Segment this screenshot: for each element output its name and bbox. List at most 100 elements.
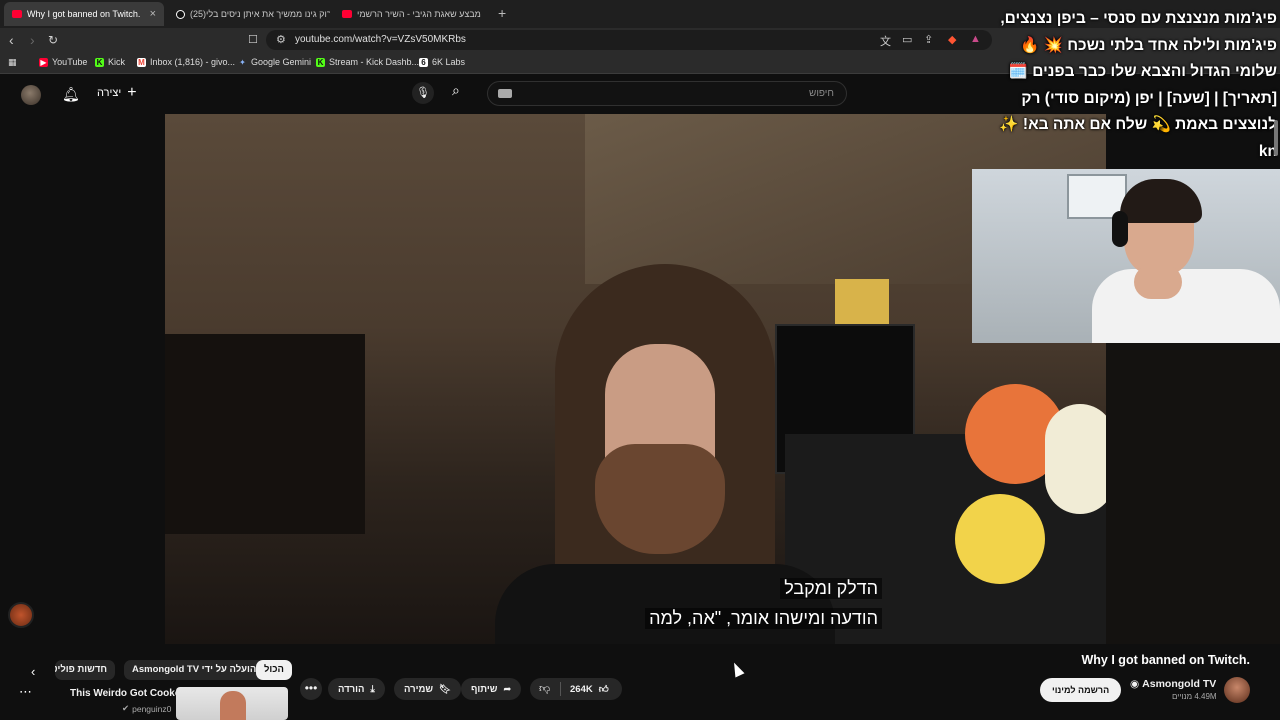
more-vert-icon[interactable]: ⋯ [19, 684, 32, 700]
bookmark-kick[interactable]: K Kick [95, 57, 125, 67]
subscribe-button[interactable]: הרשמה למינוי [1040, 678, 1122, 702]
tab-youtube-song[interactable]: מבצע שאגת הגיבי - השיר הרשמי [334, 2, 492, 26]
tab-active-video[interactable]: Why I got banned on Twitch. × [4, 2, 164, 26]
kick-icon: K [316, 57, 325, 67]
channel-name[interactable]: ◉ Asmongold TV [1130, 678, 1216, 690]
bookmark-gmail[interactable]: M Inbox (1,816) - givo... [137, 57, 235, 67]
new-tab-button[interactable]: + [498, 5, 506, 21]
gmail-icon: M [137, 57, 146, 67]
channel-name-text: Asmongold TV [1142, 678, 1217, 690]
channel-avatar-floating[interactable] [8, 602, 34, 628]
youtube-favicon-icon [12, 10, 22, 18]
bookmark-label: YouTube [52, 57, 88, 67]
omnibox[interactable]: ⚙ youtube.com/watch?v=VZsV50MKRbs 文 ▭ ⇪ … [266, 30, 992, 50]
share-button[interactable]: שיתוף ➦ [461, 678, 522, 700]
webcam-hand [1134, 265, 1182, 299]
account-avatar[interactable] [21, 85, 41, 105]
webcam-hair [1120, 179, 1202, 223]
video-frame-plush-yellow [955, 494, 1045, 584]
bookmark-kick-dashboard[interactable]: K Stream - Kick Dashb... [316, 57, 419, 67]
verified-check-icon: ◉ [1130, 678, 1140, 690]
extension-brave-icon[interactable]: ◆ [948, 33, 956, 46]
more-actions-icon[interactable]: ••• [300, 678, 322, 700]
thumbnail-person [220, 691, 246, 720]
reload-icon[interactable]: ↻ [48, 33, 58, 47]
subscriber-count: 4.49M מנויים [1172, 692, 1217, 701]
tab-title: מבצע שאגת הגיבי - השיר הרשמי [357, 9, 481, 19]
person-shirt [495, 564, 835, 644]
bookmark-6k-labs[interactable]: 6 6K Labs [419, 57, 465, 67]
video-frame-plush-white [1045, 404, 1106, 514]
forward-icon[interactable]: › [30, 32, 35, 48]
download-label: הורדה [338, 683, 365, 695]
video-frame-shadow [165, 334, 365, 534]
recommended-channel-name: penguinz0 [132, 703, 172, 714]
chip-uploaded-by[interactable]: הועלה על ידי Asmongold TV [124, 660, 265, 680]
download-button[interactable]: הורדה ⤓ [328, 678, 385, 700]
bookmark-label: Inbox (1,816) - givo... [150, 57, 236, 67]
search-placeholder: חיפוש [809, 88, 834, 99]
like-button[interactable]: 264K 👍︎ [570, 683, 609, 696]
like-separator [560, 682, 561, 696]
share-label: שיתוף [471, 683, 498, 695]
back-icon[interactable]: ‹ [9, 32, 14, 48]
subtitle-line-1: הדלק ומקבל [780, 578, 882, 599]
side-panel-background [1106, 340, 1280, 644]
download-icon: ⤓ [370, 683, 375, 695]
video-player[interactable]: הדלק ומקבל הודעה ומישהו אומר, "אה, למה [165, 114, 1106, 644]
voice-search-mic-icon[interactable]: 🎙︎ [412, 82, 434, 104]
recommended-video-channel[interactable]: ✔ penguinz0 [122, 703, 171, 714]
youtube-icon: ▶ [39, 57, 48, 67]
bookmark-label: Stream - Kick Dashb... [329, 57, 420, 67]
video-title: Why I got banned on Twitch. [1081, 653, 1251, 667]
translate-icon[interactable]: 文 [880, 33, 891, 49]
like-thumb-icon: 👍︎ [598, 684, 609, 695]
webcam-shirt [1092, 269, 1280, 343]
bookmark-label: 6K Labs [432, 57, 466, 67]
save-label: שמירה [404, 683, 434, 695]
bookmark-star-icon[interactable]: ☐ [248, 33, 258, 46]
tab-title: Why I got banned on Twitch. [27, 9, 141, 19]
close-tab-icon[interactable]: × [150, 8, 156, 20]
bookmark-label: Kick [108, 57, 126, 67]
gemini-icon: ✦ [239, 57, 246, 67]
like-count: 264K [570, 683, 593, 695]
cast-icon[interactable]: ▭ [902, 33, 912, 46]
save-button[interactable]: שמירה 🔖︎ [394, 678, 462, 700]
stream-overlay-text: פיג'מות מנצנצת עם סנסי – ביפן נצנצים, פי… [999, 10, 1277, 160]
tab-tiktok[interactable]: (25)רוק גינו ממשיך את איתן ניסים בלי [168, 2, 330, 26]
plus-icon: + [127, 84, 137, 101]
search-icon[interactable]: ⌕ [452, 82, 460, 99]
6k-labs-icon: 6 [419, 57, 428, 67]
bookmark-youtube[interactable]: ▶ YouTube [39, 57, 87, 67]
url-text[interactable]: youtube.com/watch?v=VZsV50MKRbs [295, 34, 466, 45]
chevron-left-icon[interactable]: ‹ [31, 664, 35, 679]
dislike-thumb-icon[interactable]: 👎︎ [539, 682, 550, 695]
apps-grid-icon[interactable]: ▦ [8, 57, 17, 68]
recommended-video-thumbnail[interactable] [176, 687, 288, 720]
tab-title: (25)רוק גינו ממשיך את איתן ניסים בלי [190, 9, 330, 19]
chip-all[interactable]: הכול [256, 660, 292, 680]
headphones-icon [1112, 211, 1128, 247]
tiktok-favicon-icon [176, 9, 185, 19]
notifications-bell-icon[interactable]: 🔔︎ [62, 86, 80, 103]
extension-triangle-icon[interactable]: ▲ [970, 33, 981, 45]
streamer-webcam [972, 169, 1280, 343]
create-button[interactable]: יצירה + [97, 84, 137, 101]
share-page-icon[interactable]: ⇪ [924, 33, 933, 46]
bookmark-label: Google Gemini [251, 57, 312, 67]
chip-news[interactable]: חדשות פוליטיקה [55, 660, 115, 680]
bookmark-gemini[interactable]: ✦ Google Gemini [238, 57, 311, 67]
bookmark-icon: 🔖︎ [439, 683, 452, 695]
scrollbar-thumb[interactable] [1274, 120, 1278, 156]
verified-check-icon: ✔ [122, 703, 130, 713]
create-label: יצירה [97, 87, 122, 99]
subtitle-line-2: הודעה ומישהו אומר, "אה, למה [645, 608, 882, 629]
search-input[interactable]: חיפוש [487, 81, 847, 106]
youtube-favicon-icon [342, 10, 352, 18]
keyboard-icon[interactable] [498, 89, 512, 98]
recommended-video-title[interactable]: This Weirdo Got Cooked [70, 688, 186, 699]
like-dislike-segment: 👎︎ 264K 👍︎ [530, 678, 622, 700]
site-info-icon[interactable]: ⚙ [276, 33, 286, 46]
channel-avatar[interactable] [1224, 677, 1250, 703]
